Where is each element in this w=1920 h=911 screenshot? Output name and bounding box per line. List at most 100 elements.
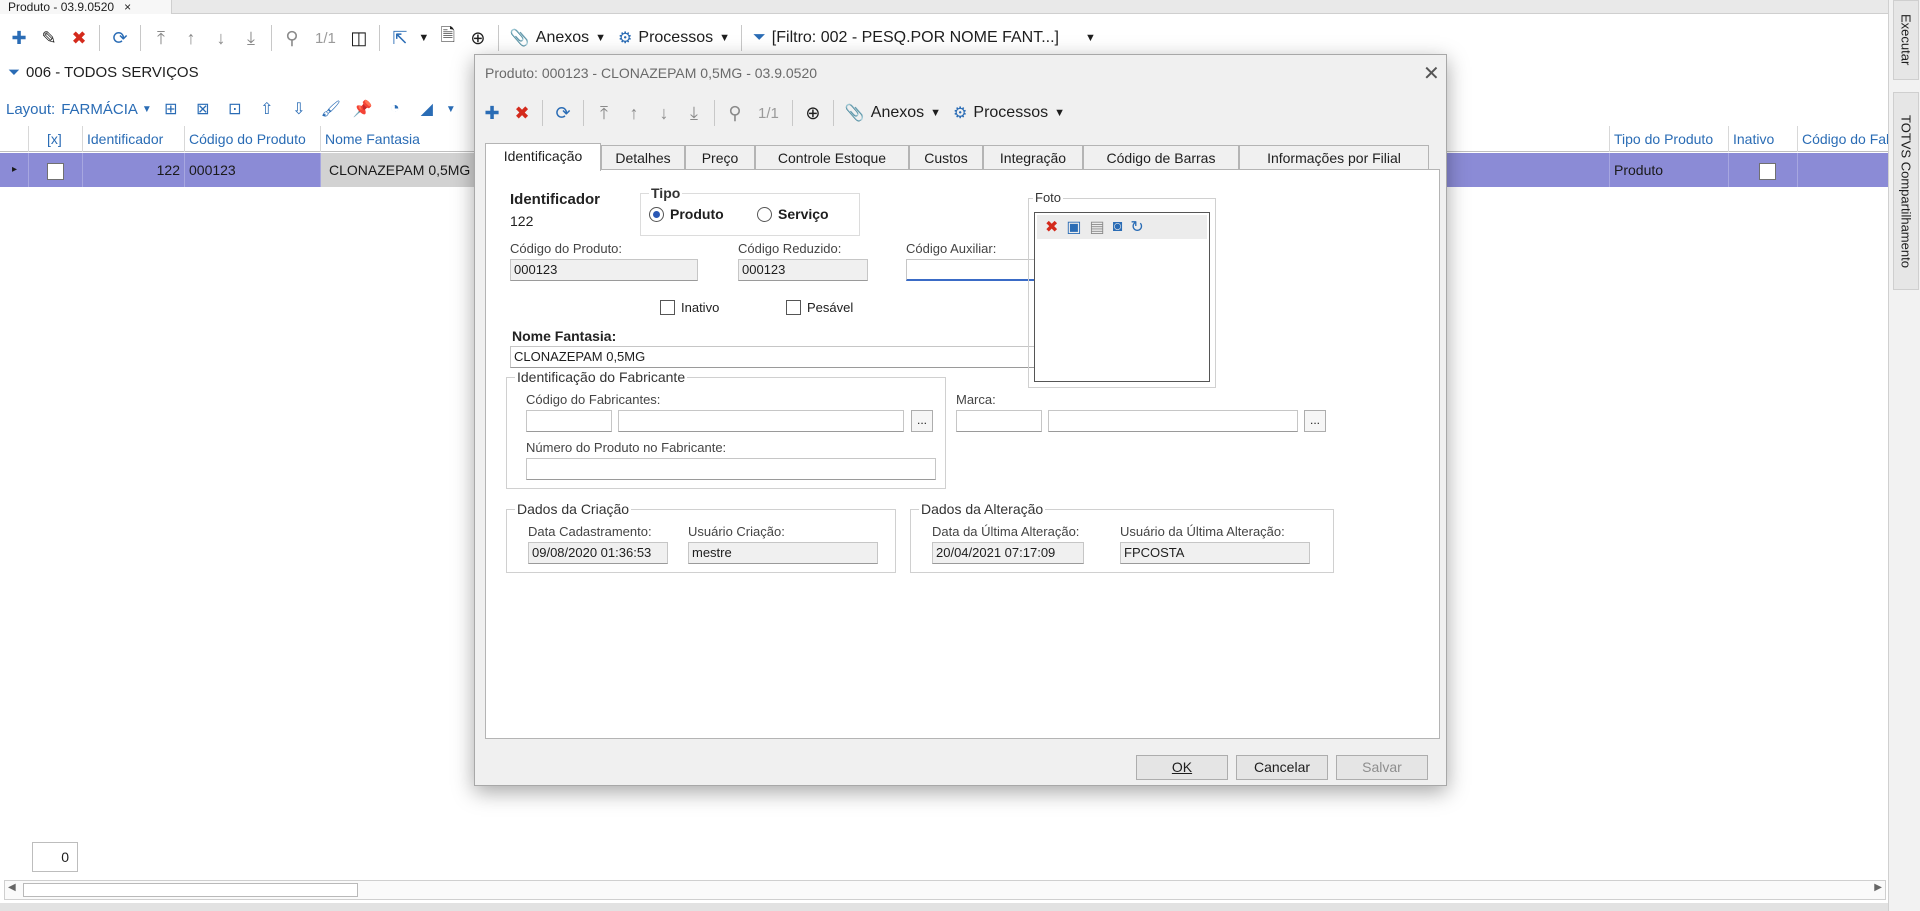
document-tab[interactable]: Produto - 03.9.0520 × bbox=[0, 0, 172, 14]
codigo-fabricante-input[interactable] bbox=[526, 410, 612, 432]
edit-icon[interactable]: ✎ bbox=[36, 24, 62, 52]
chevron-down-icon[interactable]: ▼ bbox=[446, 104, 456, 115]
foto-box[interactable]: ✖ ▣ ▤ ◙ ↻ bbox=[1034, 212, 1210, 382]
inativo-checkbox[interactable] bbox=[660, 300, 675, 315]
tipo-produto-option[interactable]: Produto bbox=[649, 206, 724, 222]
column-codigo-produto[interactable]: Código do Produto bbox=[184, 126, 320, 152]
rotate-icon[interactable]: ↻ bbox=[1130, 217, 1143, 237]
document-icon[interactable]: 🗎 bbox=[435, 24, 461, 52]
column-inativo[interactable]: Inativo bbox=[1728, 126, 1797, 152]
column-select[interactable]: [x] bbox=[28, 126, 82, 152]
first-record-icon[interactable]: ⤒ bbox=[148, 24, 174, 52]
filter-menu[interactable]: ⏷ [Filtro: 002 - PESQ.POR NOME FANT...] … bbox=[749, 29, 1100, 47]
layout-select[interactable]: FARMÁCIA ▼ bbox=[61, 101, 152, 118]
camera-icon[interactable]: ◙ bbox=[1113, 218, 1123, 236]
inativo-option[interactable]: Inativo bbox=[660, 300, 719, 315]
codigo-produto-field[interactable]: 000123 bbox=[510, 259, 698, 281]
download-icon[interactable]: ⇩ bbox=[286, 98, 312, 120]
column-nome-fantasia[interactable]: Nome Fantasia bbox=[320, 126, 475, 152]
previous-record-icon[interactable]: ↑ bbox=[178, 24, 204, 52]
last-record-icon[interactable]: ⤓ bbox=[681, 99, 707, 127]
horizontal-scrollbar[interactable]: ◀ ▶ bbox=[4, 880, 1886, 900]
tab-integracao[interactable]: Integração bbox=[983, 145, 1083, 170]
tab-informacoes-filial[interactable]: Informações por Filial bbox=[1239, 145, 1429, 170]
add-icon[interactable]: ✚ bbox=[6, 24, 32, 52]
chevron-down-icon[interactable]: ▼ bbox=[417, 24, 431, 52]
scrollbar-thumb[interactable] bbox=[23, 883, 358, 897]
processos-menu[interactable]: ⚙ Processos ▼ bbox=[614, 28, 734, 48]
tab-detalhes[interactable]: Detalhes bbox=[601, 145, 685, 170]
search-icon[interactable]: ⚲ bbox=[279, 24, 305, 52]
pin-icon[interactable]: 📌 bbox=[350, 98, 376, 120]
anexos-menu[interactable]: 📎 Anexos ▼ bbox=[841, 103, 945, 123]
anexos-menu[interactable]: 📎 Anexos ▼ bbox=[506, 28, 610, 48]
tab-identificacao[interactable]: Identificação bbox=[485, 143, 601, 171]
delete-icon[interactable]: ✖ bbox=[509, 99, 535, 127]
close-icon[interactable]: × bbox=[124, 0, 131, 14]
save-button[interactable]: Salvar bbox=[1336, 755, 1428, 780]
tab-custos[interactable]: Custos bbox=[909, 145, 983, 170]
delete-photo-icon[interactable]: ✖ bbox=[1045, 217, 1058, 237]
search-icon[interactable]: ⚲ bbox=[722, 99, 748, 127]
column-tipo-produto[interactable]: Tipo do Produto bbox=[1609, 126, 1728, 152]
remove-layout-icon[interactable]: ⊠ bbox=[190, 98, 216, 120]
toolbar-separator bbox=[271, 25, 272, 51]
save-icon[interactable]: ▤ bbox=[1090, 217, 1105, 237]
pesavel-option[interactable]: Pesável bbox=[786, 300, 853, 315]
refresh-icon[interactable]: ⟳ bbox=[550, 99, 576, 127]
inativo-checkbox[interactable] bbox=[1759, 162, 1776, 180]
tipo-servico-radio[interactable] bbox=[757, 206, 772, 222]
processos-menu[interactable]: ⚙ Processos ▼ bbox=[949, 103, 1069, 123]
cancel-button[interactable]: Cancelar bbox=[1236, 755, 1328, 780]
chevron-down-icon: ▼ bbox=[1084, 32, 1096, 44]
column-identificador[interactable]: Identificador bbox=[82, 126, 184, 152]
zoom-icon[interactable]: ⊕ bbox=[800, 99, 826, 127]
tab-controle-estoque[interactable]: Controle Estoque bbox=[755, 145, 909, 170]
previous-record-icon[interactable]: ↑ bbox=[621, 99, 647, 127]
marca-lookup-button[interactable]: ... bbox=[1304, 410, 1326, 432]
fabricante-lookup-button[interactable]: ... bbox=[911, 410, 933, 432]
save-layout-icon[interactable]: ⊡ bbox=[222, 98, 248, 120]
marca-code-input[interactable] bbox=[956, 410, 1042, 432]
delete-icon[interactable]: ✖ bbox=[66, 24, 92, 52]
toolbar-separator bbox=[99, 25, 100, 51]
cell-inativo[interactable] bbox=[1728, 153, 1797, 187]
area-chart-icon[interactable]: ◢ bbox=[414, 98, 440, 120]
nome-fantasia-input[interactable]: CLONAZEPAM 0,5MG bbox=[510, 346, 1118, 368]
refresh-icon[interactable]: ⟳ bbox=[107, 24, 133, 52]
marca-name-input[interactable] bbox=[1048, 410, 1298, 432]
last-record-icon[interactable]: ⤓ bbox=[238, 24, 264, 52]
close-icon[interactable]: ✕ bbox=[1423, 61, 1440, 86]
paint-icon[interactable]: 🖌 bbox=[318, 98, 344, 120]
row-checkbox[interactable] bbox=[47, 162, 64, 180]
tab-codigo-barras[interactable]: Código de Barras bbox=[1083, 145, 1239, 170]
ok-button[interactable]: OK bbox=[1136, 755, 1228, 780]
column-codigo-fabricante[interactable]: Código do Fab bbox=[1797, 126, 1888, 152]
tab-preco[interactable]: Preço bbox=[685, 145, 755, 170]
executar-tab[interactable]: Executar bbox=[1893, 0, 1919, 80]
export-icon[interactable]: ⇱ bbox=[387, 24, 413, 52]
paperclip-icon: 📎 bbox=[844, 105, 865, 122]
compartilhamento-tab[interactable]: TOTVS Compartilhamento bbox=[1893, 92, 1919, 290]
add-icon[interactable]: ✚ bbox=[479, 99, 505, 127]
tipo-produto-radio[interactable] bbox=[649, 206, 664, 222]
numero-produto-fabricante-input[interactable] bbox=[526, 458, 936, 480]
row-select-cell[interactable] bbox=[28, 153, 82, 187]
fabricante-name-input[interactable] bbox=[618, 410, 904, 432]
chart-icon[interactable]: ◔ bbox=[382, 98, 408, 120]
zoom-icon[interactable]: ⊕ bbox=[465, 24, 491, 52]
cell-codigo-produto: 000123 bbox=[184, 153, 320, 187]
upload-icon[interactable]: ⇧ bbox=[254, 98, 280, 120]
codigo-reduzido-field[interactable]: 000123 bbox=[738, 259, 868, 281]
pesavel-checkbox[interactable] bbox=[786, 300, 801, 315]
tipo-servico-option[interactable]: Serviço bbox=[757, 206, 829, 222]
next-record-icon[interactable]: ↓ bbox=[651, 99, 677, 127]
image-icon[interactable]: ▣ bbox=[1066, 217, 1081, 237]
scroll-right-icon[interactable]: ▶ bbox=[1874, 882, 1882, 893]
first-record-icon[interactable]: ⤒ bbox=[591, 99, 617, 127]
dialog-toolbar: ✚ ✖ ⟳ ⤒ ↑ ↓ ⤓ ⚲ 1/1 ⊕ 📎 Anexos ▼ ⚙ Proce… bbox=[475, 95, 1446, 131]
next-record-icon[interactable]: ↓ bbox=[208, 24, 234, 52]
add-layout-icon[interactable]: ⊞ bbox=[158, 98, 184, 120]
layout-panel-icon[interactable]: ◫ bbox=[346, 24, 372, 52]
scroll-left-icon[interactable]: ◀ bbox=[8, 882, 16, 893]
